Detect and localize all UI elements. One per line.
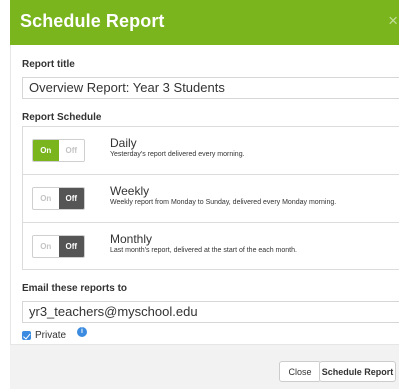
info-icon[interactable]: i xyxy=(77,327,87,337)
daily-toggle[interactable]: On Off xyxy=(32,139,85,162)
report-title-input[interactable]: Overview Report: Year 3 Students xyxy=(22,77,399,99)
dialog-footer: Close Schedule Report xyxy=(10,344,399,389)
weekly-toggle-on[interactable]: On xyxy=(33,188,59,209)
weekly-toggle-off[interactable]: Off xyxy=(58,188,84,209)
close-icon[interactable]: × xyxy=(388,11,398,31)
daily-description: Yesterday's report delivered every morni… xyxy=(110,151,245,158)
schedule-row-daily: On Off Daily Yesterday's report delivere… xyxy=(23,127,399,175)
close-button[interactable]: Close xyxy=(279,361,321,382)
weekly-title: Weekly xyxy=(110,184,150,198)
dialog-title: Schedule Report xyxy=(20,11,165,31)
schedule-row-weekly: On Off Weekly Weekly report from Monday … xyxy=(23,175,399,223)
weekly-description: Weekly report from Monday to Sunday, del… xyxy=(110,199,337,206)
email-input[interactable]: yr3_teachers@myschool.edu xyxy=(22,301,399,323)
dialog-body: Report title Overview Report: Year 3 Stu… xyxy=(10,45,399,344)
private-checkbox[interactable] xyxy=(22,331,31,340)
monthly-toggle-on[interactable]: On xyxy=(33,236,59,257)
report-schedule-label: Report Schedule xyxy=(22,112,102,123)
email-label: Email these reports to xyxy=(22,283,128,294)
monthly-toggle[interactable]: On Off xyxy=(32,235,85,258)
daily-title: Daily xyxy=(110,136,137,150)
schedule-report-button[interactable]: Schedule Report xyxy=(319,361,396,382)
daily-toggle-on[interactable]: On xyxy=(33,140,59,161)
report-title-label: Report title xyxy=(22,59,75,70)
schedule-row-monthly: On Off Monthly Last month's report, deli… xyxy=(23,223,399,271)
monthly-description: Last month's report, delivered at the st… xyxy=(110,247,297,254)
private-label[interactable]: Private xyxy=(35,330,66,341)
dialog-header: Schedule Report × xyxy=(10,0,399,45)
weekly-toggle[interactable]: On Off xyxy=(32,187,85,210)
monthly-title: Monthly xyxy=(110,232,153,246)
monthly-toggle-off[interactable]: Off xyxy=(58,236,84,257)
schedule-list: On Off Daily Yesterday's report delivere… xyxy=(22,126,399,270)
daily-toggle-off[interactable]: Off xyxy=(58,140,84,161)
